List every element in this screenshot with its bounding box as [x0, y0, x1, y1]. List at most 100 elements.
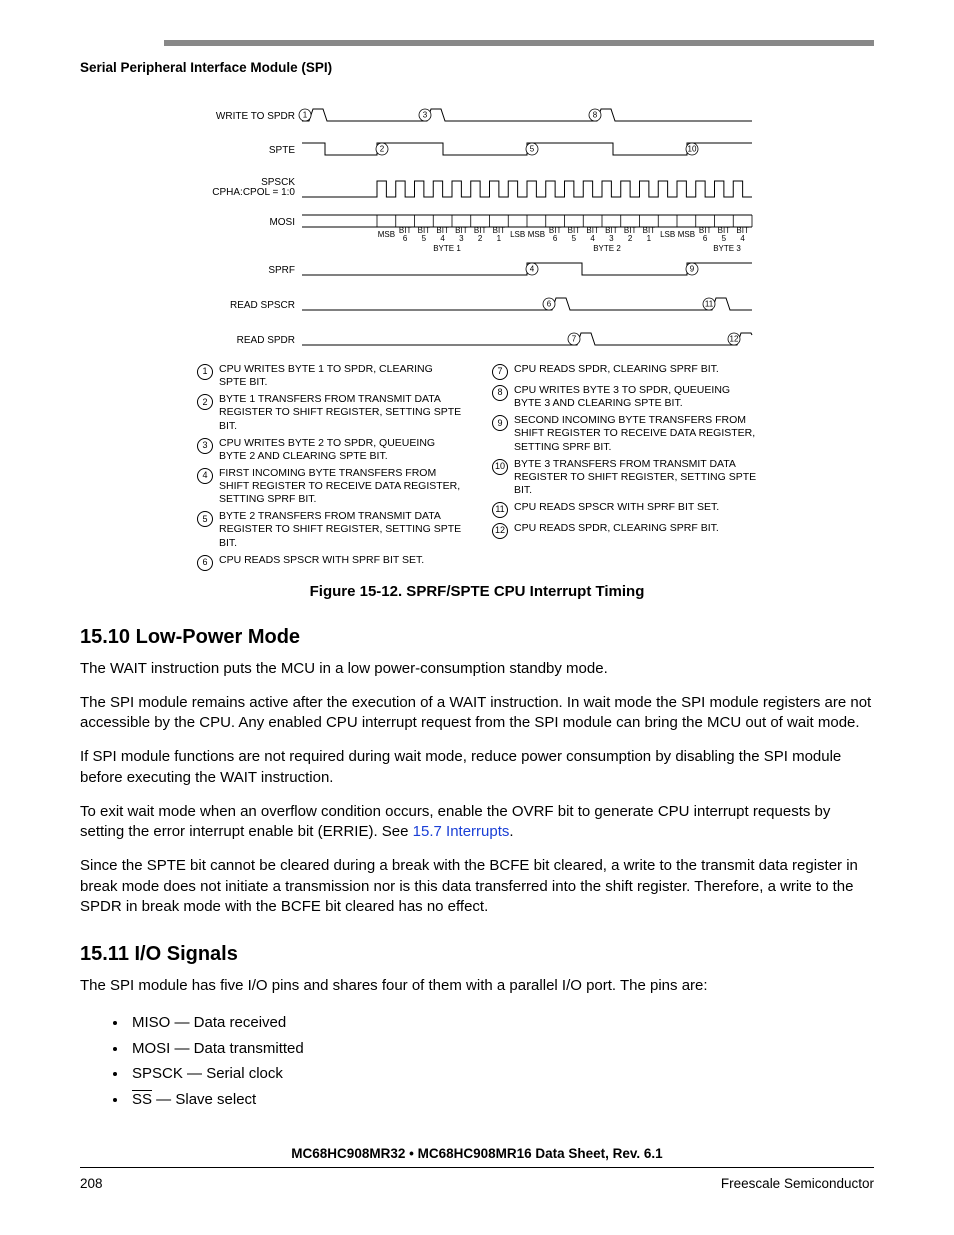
legend-text: CPU READS SPDR, CLEARING SPRF BIT.	[514, 522, 757, 539]
legend-marker: 12	[492, 523, 508, 539]
legend-text: CPU READS SPSCR WITH SPRF BIT SET.	[514, 501, 757, 518]
legend-item: 6 CPU READS SPSCR WITH SPRF BIT SET.	[197, 554, 462, 571]
legend-item: 10 BYTE 3 TRANSFERS FROM TRANSMIT DATA RE…	[492, 458, 757, 497]
legend-marker: 6	[197, 555, 213, 571]
legend-text: SECOND INCOMING BYTE TRANSFERS FROM SHIF…	[514, 414, 757, 453]
p-15-10-4: To exit wait mode when an overflow condi…	[80, 802, 874, 843]
top-accent-bar	[164, 40, 874, 46]
figure-caption: Figure 15-12. SPRF/SPTE CPU Interrupt Ti…	[80, 583, 874, 600]
io-pin-list: MISO — Data receivedMOSI — Data transmit…	[80, 1010, 874, 1112]
svg-text:4: 4	[440, 234, 445, 243]
legend-marker: 10	[492, 459, 508, 475]
svg-text:LSB: LSB	[510, 230, 525, 239]
svg-text:3: 3	[459, 234, 464, 243]
svg-text:MSB: MSB	[378, 230, 395, 239]
svg-text:5: 5	[422, 234, 427, 243]
svg-text:LSB: LSB	[660, 230, 675, 239]
svg-text:5: 5	[572, 234, 577, 243]
legend-text: CPU WRITES BYTE 1 TO SPDR, CLEARING SPTE…	[219, 363, 462, 389]
svg-text:2: 2	[380, 145, 385, 154]
legend-text: BYTE 1 TRANSFERS FROM TRANSMIT DATA REGI…	[219, 393, 462, 432]
legend-marker: 2	[197, 394, 213, 410]
svg-text:10: 10	[688, 145, 697, 154]
legend-text: BYTE 3 TRANSFERS FROM TRANSMIT DATA REGI…	[514, 458, 757, 497]
label-mosi: MOSI	[269, 217, 295, 228]
legend-item: 5 BYTE 2 TRANSFERS FROM TRANSMIT DATA REG…	[197, 510, 462, 549]
company-name: Freescale Semiconductor	[721, 1176, 874, 1191]
page-number: 208	[80, 1176, 103, 1191]
legend-text: CPU READS SPDR, CLEARING SPRF BIT.	[514, 363, 757, 380]
svg-text:6: 6	[703, 234, 708, 243]
legend-item: 2 BYTE 1 TRANSFERS FROM TRANSMIT DATA REG…	[197, 393, 462, 432]
svg-text:6: 6	[547, 300, 552, 309]
legend-text: CPU WRITES BYTE 3 TO SPDR, QUEUEING BYTE…	[514, 384, 757, 410]
svg-text:12: 12	[730, 335, 739, 344]
legend-item: 9 SECOND INCOMING BYTE TRANSFERS FROM SHI…	[492, 414, 757, 453]
svg-text:4: 4	[740, 234, 745, 243]
legend-marker: 7	[492, 364, 508, 380]
io-pin-item: MOSI — Data transmitted	[128, 1036, 874, 1062]
svg-text:4: 4	[530, 265, 535, 274]
figure-legend: 1 CPU WRITES BYTE 1 TO SPDR, CLEARING SPT…	[197, 363, 757, 575]
legend-text: BYTE 2 TRANSFERS FROM TRANSMIT DATA REGI…	[219, 510, 462, 549]
svg-text:5: 5	[722, 234, 727, 243]
legend-marker: 3	[197, 438, 213, 454]
p-15-10-3: If SPI module functions are not required…	[80, 747, 874, 788]
svg-text:1: 1	[303, 111, 308, 120]
legend-item: 4 FIRST INCOMING BYTE TRANSFERS FROM SHIF…	[197, 467, 462, 506]
svg-text:8: 8	[593, 111, 598, 120]
svg-text:MSB: MSB	[678, 230, 695, 239]
svg-text:7: 7	[572, 335, 577, 344]
legend-marker: 8	[492, 385, 508, 401]
label-read-spdr: READ SPDR	[237, 335, 295, 346]
legend-marker: 5	[197, 511, 213, 527]
svg-text:1: 1	[497, 234, 502, 243]
p-15-10-1: The WAIT instruction puts the MCU in a l…	[80, 659, 874, 679]
svg-text:6: 6	[403, 234, 408, 243]
p-15-11-intro: The SPI module has five I/O pins and sha…	[80, 976, 874, 996]
svg-text:4: 4	[590, 234, 595, 243]
io-pin-item: MISO — Data received	[128, 1010, 874, 1036]
legend-marker: 11	[492, 502, 508, 518]
svg-text:BYTE 3: BYTE 3	[713, 244, 741, 253]
p-15-10-5: Since the SPTE bit cannot be cleared dur…	[80, 856, 874, 917]
svg-text:1: 1	[647, 234, 652, 243]
svg-text:BYTE 2: BYTE 2	[593, 244, 621, 253]
label-write-spdr: WRITE TO SPDR	[216, 111, 295, 122]
legend-item: 3CPU WRITES BYTE 2 TO SPDR, QUEUEING BYT…	[197, 437, 462, 463]
legend-text: FIRST INCOMING BYTE TRANSFERS FROM SHIFT…	[219, 467, 462, 506]
svg-text:2: 2	[628, 234, 633, 243]
section-15-10-title: 15.10 Low-Power Mode	[80, 626, 874, 649]
label-read-spscr: READ SPSCR	[230, 300, 295, 311]
label-spte: SPTE	[269, 145, 295, 156]
svg-text:2: 2	[478, 234, 483, 243]
legend-text: CPU READS SPSCR WITH SPRF BIT SET.	[219, 554, 462, 571]
svg-text:BYTE 1: BYTE 1	[433, 244, 461, 253]
label-sprf: SPRF	[268, 265, 295, 276]
legend-marker: 9	[492, 415, 508, 431]
footer-doc-title: MC68HC908MR32 • MC68HC908MR16 Data Sheet…	[80, 1146, 874, 1161]
legend-marker: 4	[197, 468, 213, 484]
legend-item: 7 CPU READS SPDR, CLEARING SPRF BIT.	[492, 363, 757, 380]
section-15-11-title: 15.11 I/O Signals	[80, 943, 874, 966]
svg-text:11: 11	[705, 300, 714, 309]
timing-diagram: .lbl { font: 10px Arial; text-anchor: en…	[197, 103, 757, 363]
svg-text:MSB: MSB	[528, 230, 545, 239]
svg-text:6: 6	[553, 234, 558, 243]
svg-text:3: 3	[423, 111, 428, 120]
page-footer: MC68HC908MR32 • MC68HC908MR16 Data Sheet…	[80, 1146, 874, 1191]
legend-item: 8 CPU WRITES BYTE 3 TO SPDR, QUEUEING BYT…	[492, 384, 757, 410]
figure-15-12: .lbl { font: 10px Arial; text-anchor: en…	[197, 103, 757, 575]
io-pin-item: SPSCK — Serial clock	[128, 1061, 874, 1087]
svg-text:9: 9	[690, 265, 695, 274]
label-cpha: CPHA:CPOL = 1:0	[212, 187, 295, 198]
running-header: Serial Peripheral Interface Module (SPI)	[80, 60, 874, 75]
legend-marker: 1	[197, 364, 213, 380]
legend-item: 11 CPU READS SPSCR WITH SPRF BIT SET.	[492, 501, 757, 518]
io-pin-item: SS — Slave select	[128, 1087, 874, 1113]
legend-item: 1 CPU WRITES BYTE 1 TO SPDR, CLEARING SPT…	[197, 363, 462, 389]
svg-text:5: 5	[530, 145, 535, 154]
legend-item: 12 CPU READS SPDR, CLEARING SPRF BIT.	[492, 522, 757, 539]
xref-15-7-interrupts[interactable]: 15.7 Interrupts	[413, 823, 510, 840]
p-15-10-2: The SPI module remains active after the …	[80, 693, 874, 734]
